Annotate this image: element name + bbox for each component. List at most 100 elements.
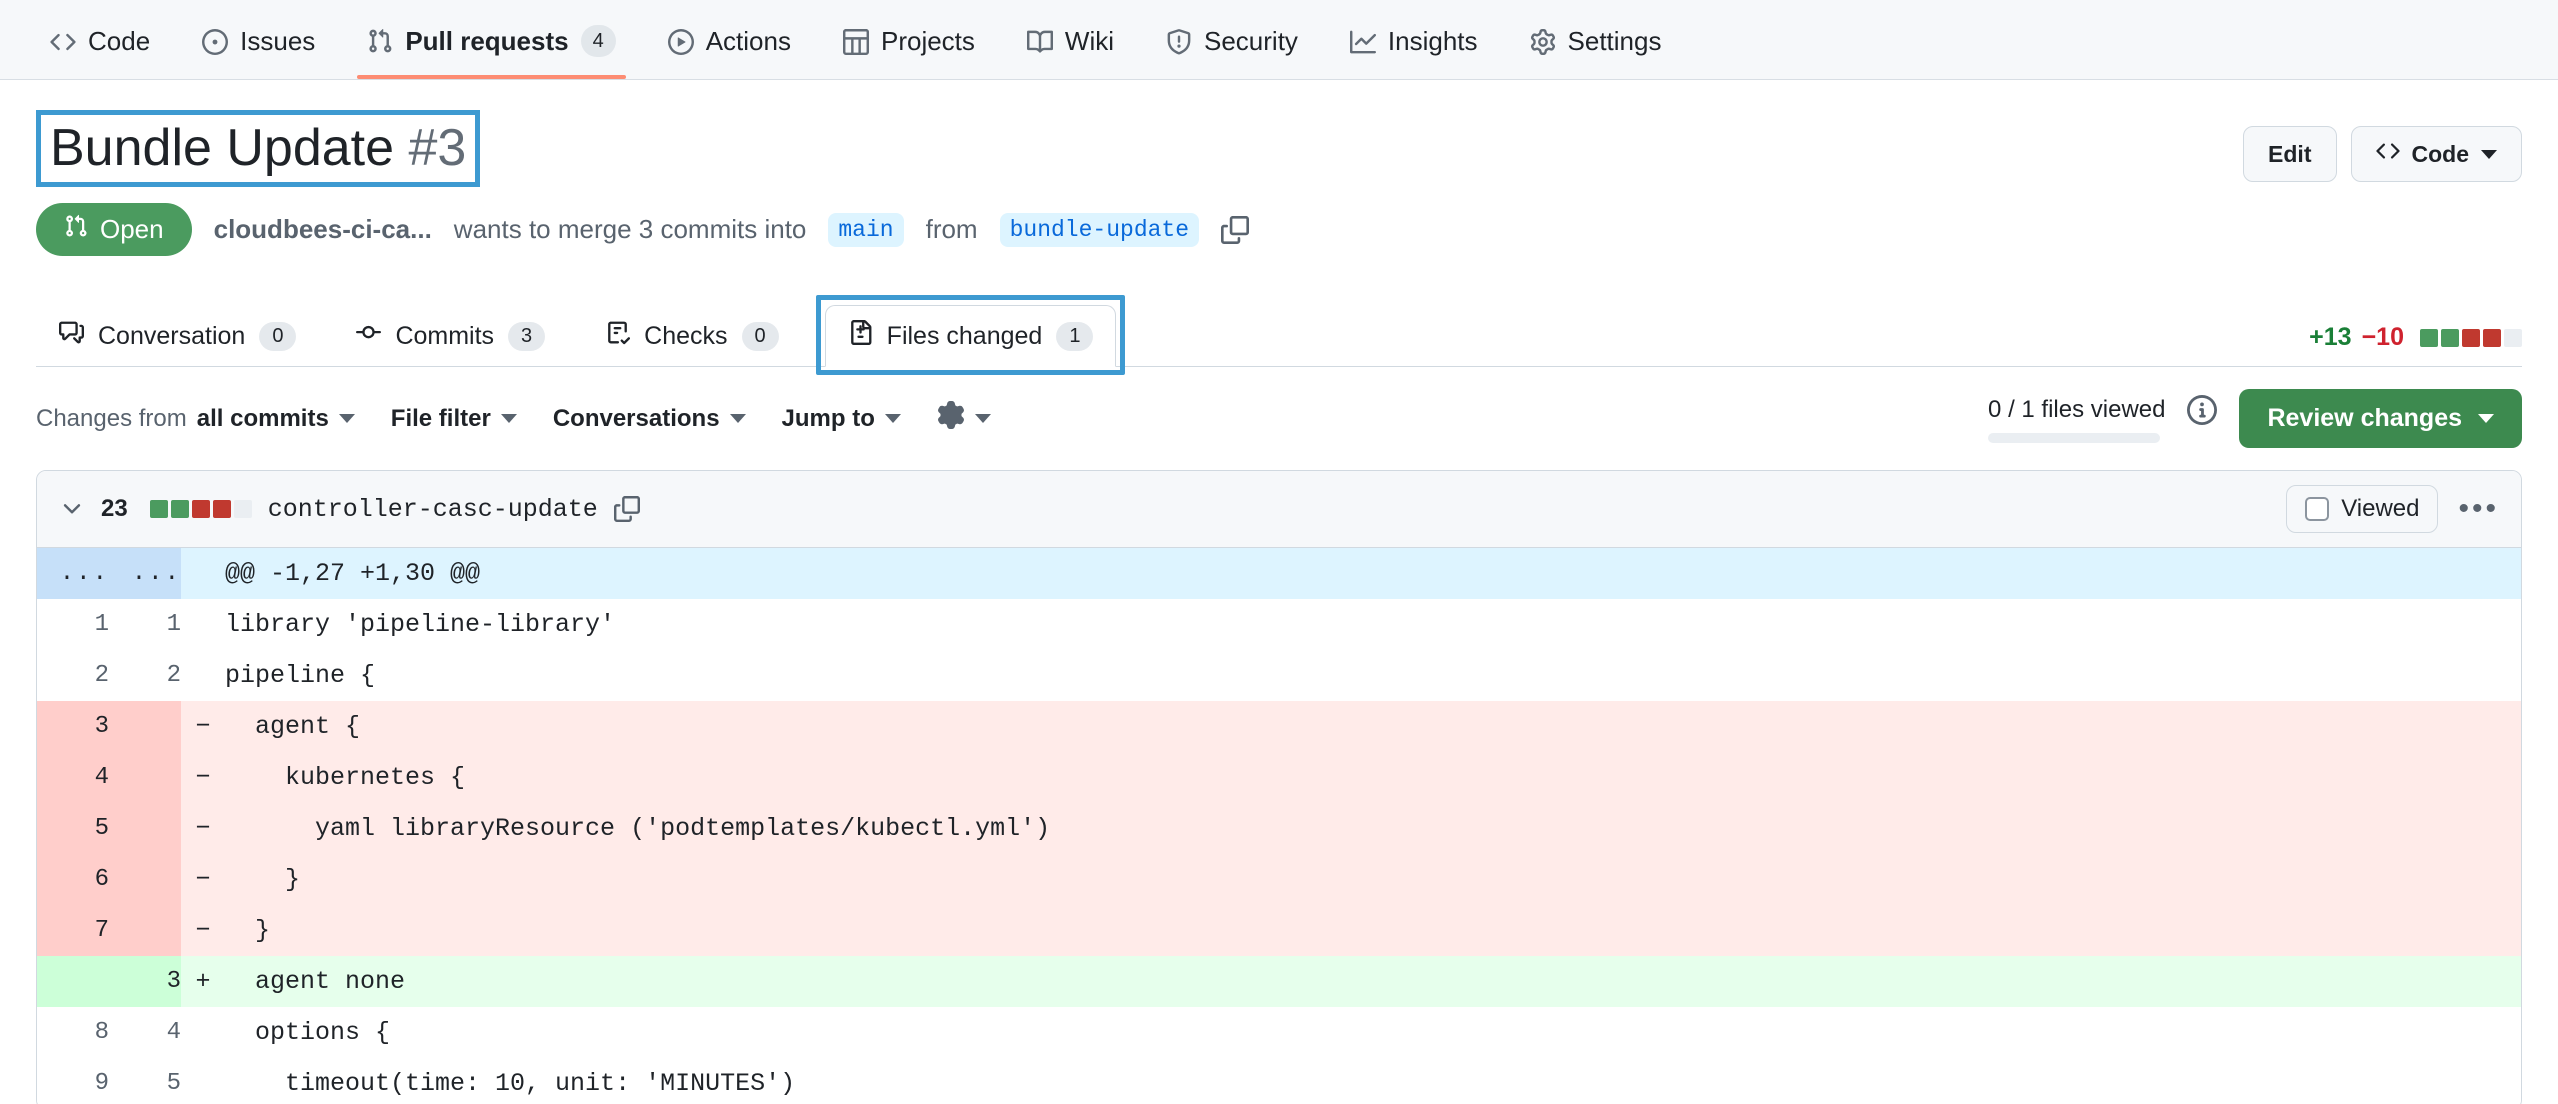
review-changes-button[interactable]: Review changes <box>2239 389 2522 448</box>
file-name[interactable]: controller-casc-update <box>268 495 598 524</box>
table-row: 5 − yaml libraryResource ('podtemplates/… <box>37 803 2521 854</box>
nav-item-label: Actions <box>706 26 791 57</box>
diff-line-new[interactable] <box>109 905 181 956</box>
diff-line-old[interactable]: 6 <box>37 854 109 905</box>
from-text: from <box>926 214 978 245</box>
edit-button-label: Edit <box>2268 141 2311 168</box>
nav-item-issues[interactable]: Issues <box>176 26 341 79</box>
diff-line-new[interactable]: 5 <box>109 1058 181 1104</box>
diff-body: ... ... @@ -1,27 +1,30 @@ 1 1 library 'p… <box>37 548 2521 1104</box>
diff-code[interactable]: agent none <box>225 956 2521 1007</box>
diff-line-new[interactable] <box>109 701 181 752</box>
table-row: 7 − } <box>37 905 2521 956</box>
edit-button[interactable]: Edit <box>2243 126 2336 182</box>
diff-line-new[interactable] <box>109 752 181 803</box>
diff-code[interactable]: options { <box>225 1007 2521 1058</box>
diffstat-block <box>2483 329 2501 347</box>
diffstat-block <box>2462 329 2480 347</box>
kebab-icon[interactable]: ••• <box>2458 494 2499 524</box>
head-branch-chip[interactable]: bundle-update <box>1000 213 1199 247</box>
diff-code[interactable]: yaml libraryResource ('podtemplates/kube… <box>225 803 2521 854</box>
changes-from-prefix: Changes from <box>36 405 187 433</box>
diff-code[interactable]: } <box>225 854 2521 905</box>
chevron-down-icon[interactable] <box>59 496 85 522</box>
diffstat-block <box>2420 329 2438 347</box>
nav-item-label: Wiki <box>1065 26 1114 57</box>
file-diffstat-block <box>213 500 231 518</box>
pr-author[interactable]: cloudbees-ci-ca... <box>214 214 432 245</box>
diff-line-old[interactable] <box>37 956 109 1007</box>
file-diff-card: 23 controller-casc-update Viewed ••• <box>36 470 2522 1104</box>
diff-line-new[interactable]: 4 <box>109 1007 181 1058</box>
shield-icon <box>1166 29 1192 55</box>
copy-branch-icon[interactable] <box>1221 216 1249 244</box>
tab-conversation[interactable]: Conversation 0 <box>36 305 319 367</box>
diff-code[interactable]: @@ -1,27 +1,30 @@ <box>225 548 2521 599</box>
diff-code[interactable]: } <box>225 905 2521 956</box>
diff-code[interactable]: agent { <box>225 701 2521 752</box>
merge-description: wants to merge 3 commits into <box>454 214 807 245</box>
chevron-down-icon <box>2478 414 2494 423</box>
file-filter-dropdown[interactable]: File filter <box>391 405 517 433</box>
diff-line-old[interactable]: 5 <box>37 803 109 854</box>
nav-item-settings[interactable]: Settings <box>1504 26 1688 79</box>
diff-toolbar-right: 0 / 1 files viewed Review changes <box>1988 389 2522 448</box>
conversations-label: Conversations <box>553 405 720 433</box>
diff-line-old[interactable]: 9 <box>37 1058 109 1104</box>
conversations-dropdown[interactable]: Conversations <box>553 405 746 433</box>
diff-code[interactable]: pipeline { <box>225 650 2521 701</box>
nav-item-security[interactable]: Security <box>1140 26 1324 79</box>
gear-icon <box>937 401 965 436</box>
tab-label: Conversation <box>98 322 245 351</box>
diff-line-old[interactable]: 4 <box>37 752 109 803</box>
nav-item-label: Code <box>88 26 150 57</box>
tab-files-changed[interactable]: Files changed 1 <box>825 305 1117 367</box>
info-icon[interactable] <box>2187 395 2217 425</box>
diff-code[interactable]: kubernetes { <box>225 752 2521 803</box>
diff-settings-dropdown[interactable] <box>937 401 991 436</box>
page-title-text: Bundle Update <box>50 119 394 177</box>
diffstat-additions: +13 <box>2309 323 2351 352</box>
pr-header: Bundle Update #3 Edit Code <box>0 80 2558 187</box>
nav-item-projects[interactable]: Projects <box>817 26 1001 79</box>
table-row: 3 + agent none <box>37 956 2521 1007</box>
git-pull-request-icon <box>64 214 88 245</box>
table-row: 9 5 timeout(time: 10, unit: 'MINUTES') <box>37 1058 2521 1104</box>
viewed-checkbox[interactable] <box>2305 497 2329 521</box>
jump-to-dropdown[interactable]: Jump to <box>782 405 901 433</box>
diff-line-old[interactable]: 2 <box>37 650 109 701</box>
diff-marker <box>181 1007 225 1058</box>
issue-opened-icon <box>202 29 228 55</box>
diff-line-new[interactable]: 1 <box>109 599 181 650</box>
diff-line-new[interactable]: ... <box>109 548 181 599</box>
diff-line-new[interactable]: 2 <box>109 650 181 701</box>
nav-item-pull-requests[interactable]: Pull requests 4 <box>341 25 641 79</box>
tab-checks[interactable]: Checks 0 <box>582 305 802 367</box>
base-branch-chip[interactable]: main <box>828 213 903 247</box>
jump-to-label: Jump to <box>782 405 875 433</box>
diff-line-old[interactable]: 7 <box>37 905 109 956</box>
diff-marker: − <box>181 905 225 956</box>
diff-line-new[interactable] <box>109 854 181 905</box>
tab-commits[interactable]: Commits 3 <box>333 305 568 367</box>
changes-from-dropdown[interactable]: Changes from all commits <box>36 405 355 433</box>
code-button[interactable]: Code <box>2351 126 2523 182</box>
diff-code[interactable]: library 'pipeline-library' <box>225 599 2521 650</box>
nav-item-code[interactable]: Code <box>24 26 176 79</box>
diff-line-old[interactable]: ... <box>37 548 109 599</box>
copy-path-icon[interactable] <box>614 496 640 522</box>
diff-line-old[interactable]: 1 <box>37 599 109 650</box>
table-icon <box>843 29 869 55</box>
diff-line-old[interactable]: 8 <box>37 1007 109 1058</box>
nav-item-label: Pull requests <box>405 26 568 57</box>
nav-item-wiki[interactable]: Wiki <box>1001 26 1140 79</box>
files-viewed-progressbar <box>1988 433 2160 443</box>
tab-count: 0 <box>742 322 779 351</box>
diff-line-new[interactable]: 3 <box>109 956 181 1007</box>
diff-code[interactable]: timeout(time: 10, unit: 'MINUTES') <box>225 1058 2521 1104</box>
diff-line-new[interactable] <box>109 803 181 854</box>
viewed-checkbox-button[interactable]: Viewed <box>2286 485 2438 533</box>
nav-item-insights[interactable]: Insights <box>1324 26 1504 79</box>
diff-line-old[interactable]: 3 <box>37 701 109 752</box>
nav-item-actions[interactable]: Actions <box>642 26 817 79</box>
